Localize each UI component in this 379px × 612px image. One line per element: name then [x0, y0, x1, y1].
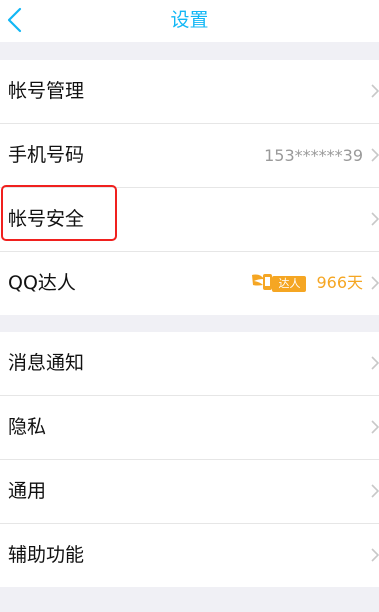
- chevron-right-icon: [371, 484, 379, 498]
- row-notifications[interactable]: 消息通知: [0, 332, 379, 396]
- chevron-right-icon: [371, 356, 379, 370]
- chevron-right-icon: [371, 548, 379, 562]
- expert-wings-icon: 达人: [250, 269, 312, 297]
- top-bar: 设置: [0, 0, 379, 42]
- row-account-management[interactable]: 帐号管理: [0, 60, 379, 124]
- row-privacy[interactable]: 隐私: [0, 396, 379, 460]
- phone-number-value: 153******39: [264, 146, 363, 165]
- page-title: 设置: [170, 9, 209, 31]
- chevron-right-icon: [371, 276, 379, 290]
- row-label: 通用: [8, 480, 47, 502]
- row-label: 帐号管理: [8, 80, 85, 102]
- row-accessibility[interactable]: 辅助功能: [0, 524, 379, 587]
- chevron-right-icon: [371, 212, 379, 226]
- chevron-right-icon: [371, 148, 379, 162]
- row-label: 隐私: [8, 416, 47, 438]
- row-label: QQ达人: [8, 272, 76, 294]
- chevron-right-icon: [371, 420, 379, 434]
- account-settings-group: 帐号管理 手机号码 153******39 帐号安全 QQ达人 达人 966天: [0, 60, 379, 315]
- row-label: 消息通知: [8, 352, 85, 374]
- row-label: 手机号码: [8, 144, 85, 166]
- row-phone-number[interactable]: 手机号码 153******39: [0, 124, 379, 188]
- row-qq-expert[interactable]: QQ达人 达人 966天: [0, 252, 379, 315]
- qq-expert-badge: 达人 966天: [250, 269, 363, 297]
- general-settings-group: 消息通知 隐私 通用 辅助功能: [0, 332, 379, 587]
- row-label: 帐号安全: [8, 208, 85, 230]
- chevron-right-icon: [371, 84, 379, 98]
- row-account-security[interactable]: 帐号安全: [0, 185, 379, 252]
- row-general[interactable]: 通用: [0, 460, 379, 524]
- expert-days: 966天: [316, 273, 363, 292]
- row-label: 辅助功能: [8, 544, 85, 566]
- expert-tag: 达人: [272, 276, 307, 292]
